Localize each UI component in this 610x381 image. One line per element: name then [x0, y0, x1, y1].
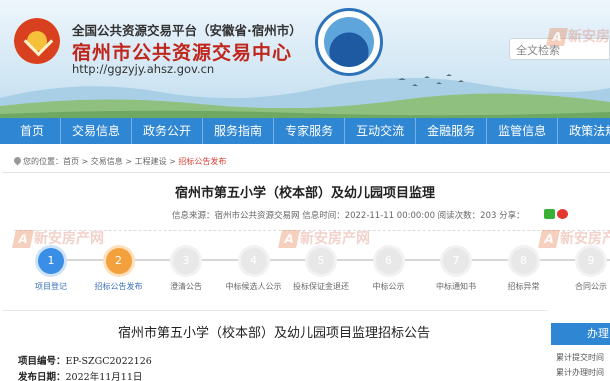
watermark-text: 新安房产网: [34, 231, 104, 247]
article-meta: 信息来源：宿州市公共资源交易网 信息时间：2022-11-11 00:00:00…: [172, 211, 525, 221]
watermark-logo-icon: A: [12, 230, 34, 248]
breadcrumb-separator: >: [166, 157, 179, 166]
step-9-label[interactable]: 合同公示: [551, 281, 610, 292]
watermark-logo-icon: A: [546, 28, 568, 46]
nav-item-trading[interactable]: 交易信息: [61, 118, 133, 144]
breadcrumb: 您的位置：首页 > 交易信息 > 工程建设 > 招标公告发布: [12, 155, 226, 167]
step-9-dot[interactable]: 9: [578, 248, 604, 274]
publish-date-value: 2022年11月11日: [65, 372, 143, 381]
watermark-logo-icon: A: [538, 230, 560, 248]
watermark: A新安房产网: [546, 26, 610, 46]
nav-item-finance[interactable]: 金融服务: [416, 118, 488, 144]
nav-item-experts[interactable]: 专家服务: [274, 118, 346, 144]
breadcrumb-item-home[interactable]: 首页: [63, 157, 79, 166]
step-8-dot[interactable]: 8: [510, 248, 537, 274]
main-nav: 首页 交易信息 政务公开 服务指南 专家服务 互动交流 金融服务 监管信息 政策…: [0, 118, 610, 144]
project-number-value: EP-SZGC2022126: [65, 356, 152, 367]
notice-title: 宿州市第五小学（校本部）及幼儿园项目监理招标公告: [117, 326, 430, 341]
watermark: A新安房产网: [538, 228, 610, 248]
platform-emblem: [315, 8, 383, 76]
step-2-dot[interactable]: 2: [105, 248, 132, 274]
step-3-dot[interactable]: 3: [173, 248, 199, 274]
publish-date-row: 发布日期：2022年11月11日: [18, 369, 142, 381]
weibo-share-icon[interactable]: [557, 209, 568, 219]
watermark-text: 新安房产网: [560, 231, 610, 247]
breadcrumb-current[interactable]: 招标公告发布: [178, 157, 226, 166]
nav-item-home[interactable]: 首页: [0, 118, 62, 144]
breadcrumb-item-engineering[interactable]: 工程建设: [135, 157, 167, 166]
breadcrumb-item-trading[interactable]: 交易信息: [91, 157, 123, 166]
step-4-dot[interactable]: 4: [240, 248, 267, 274]
side-item-submit-time: 累计提交时间: [556, 353, 604, 362]
watermark: A新安房产网: [12, 228, 104, 248]
platform-name: 全国公共资源交易平台（安徽省·宿州市）: [72, 23, 302, 38]
watermark-logo-icon: A: [278, 230, 300, 248]
nav-item-policy[interactable]: 政策法规: [558, 118, 610, 144]
watermark: A新安房产网: [278, 228, 370, 248]
step-1-dot[interactable]: 1: [38, 248, 64, 274]
step-5-dot[interactable]: 5: [308, 248, 334, 274]
breadcrumb-separator: >: [122, 157, 135, 166]
step-7-dot[interactable]: 7: [443, 248, 469, 274]
site-logo[interactable]: [14, 18, 60, 64]
wechat-share-icon[interactable]: [544, 209, 555, 219]
site-title[interactable]: 宿州市公共资源交易中心: [72, 38, 292, 65]
watermark-text: 新安房产网: [300, 231, 370, 247]
location-pin-icon: [12, 155, 23, 166]
nav-item-public-affairs[interactable]: 政务公开: [132, 118, 204, 144]
breadcrumb-separator: >: [79, 157, 91, 166]
page-title: 宿州市第五小学（校本部）及幼儿园项目监理: [174, 186, 435, 201]
nav-item-service-guide[interactable]: 服务指南: [203, 118, 275, 144]
watermark-text: 新安房产网: [568, 29, 610, 45]
site-url: http://ggzyjy.ahsz.gov.cn: [72, 62, 215, 76]
breadcrumb-prefix: 您的位置：: [23, 157, 63, 166]
step-6-dot[interactable]: 6: [375, 248, 402, 274]
side-item-process-time: 累计办理时间: [556, 368, 604, 377]
publish-date-label: 发布日期：: [18, 372, 66, 381]
project-number-row: 项目编号：EP-SZGC2022126: [18, 353, 152, 367]
nav-item-interaction[interactable]: 互动交流: [345, 118, 417, 144]
project-number-label: 项目编号：: [18, 356, 66, 367]
side-panel-header: 办理: [551, 323, 610, 345]
nav-item-supervision[interactable]: 监管信息: [487, 118, 559, 144]
